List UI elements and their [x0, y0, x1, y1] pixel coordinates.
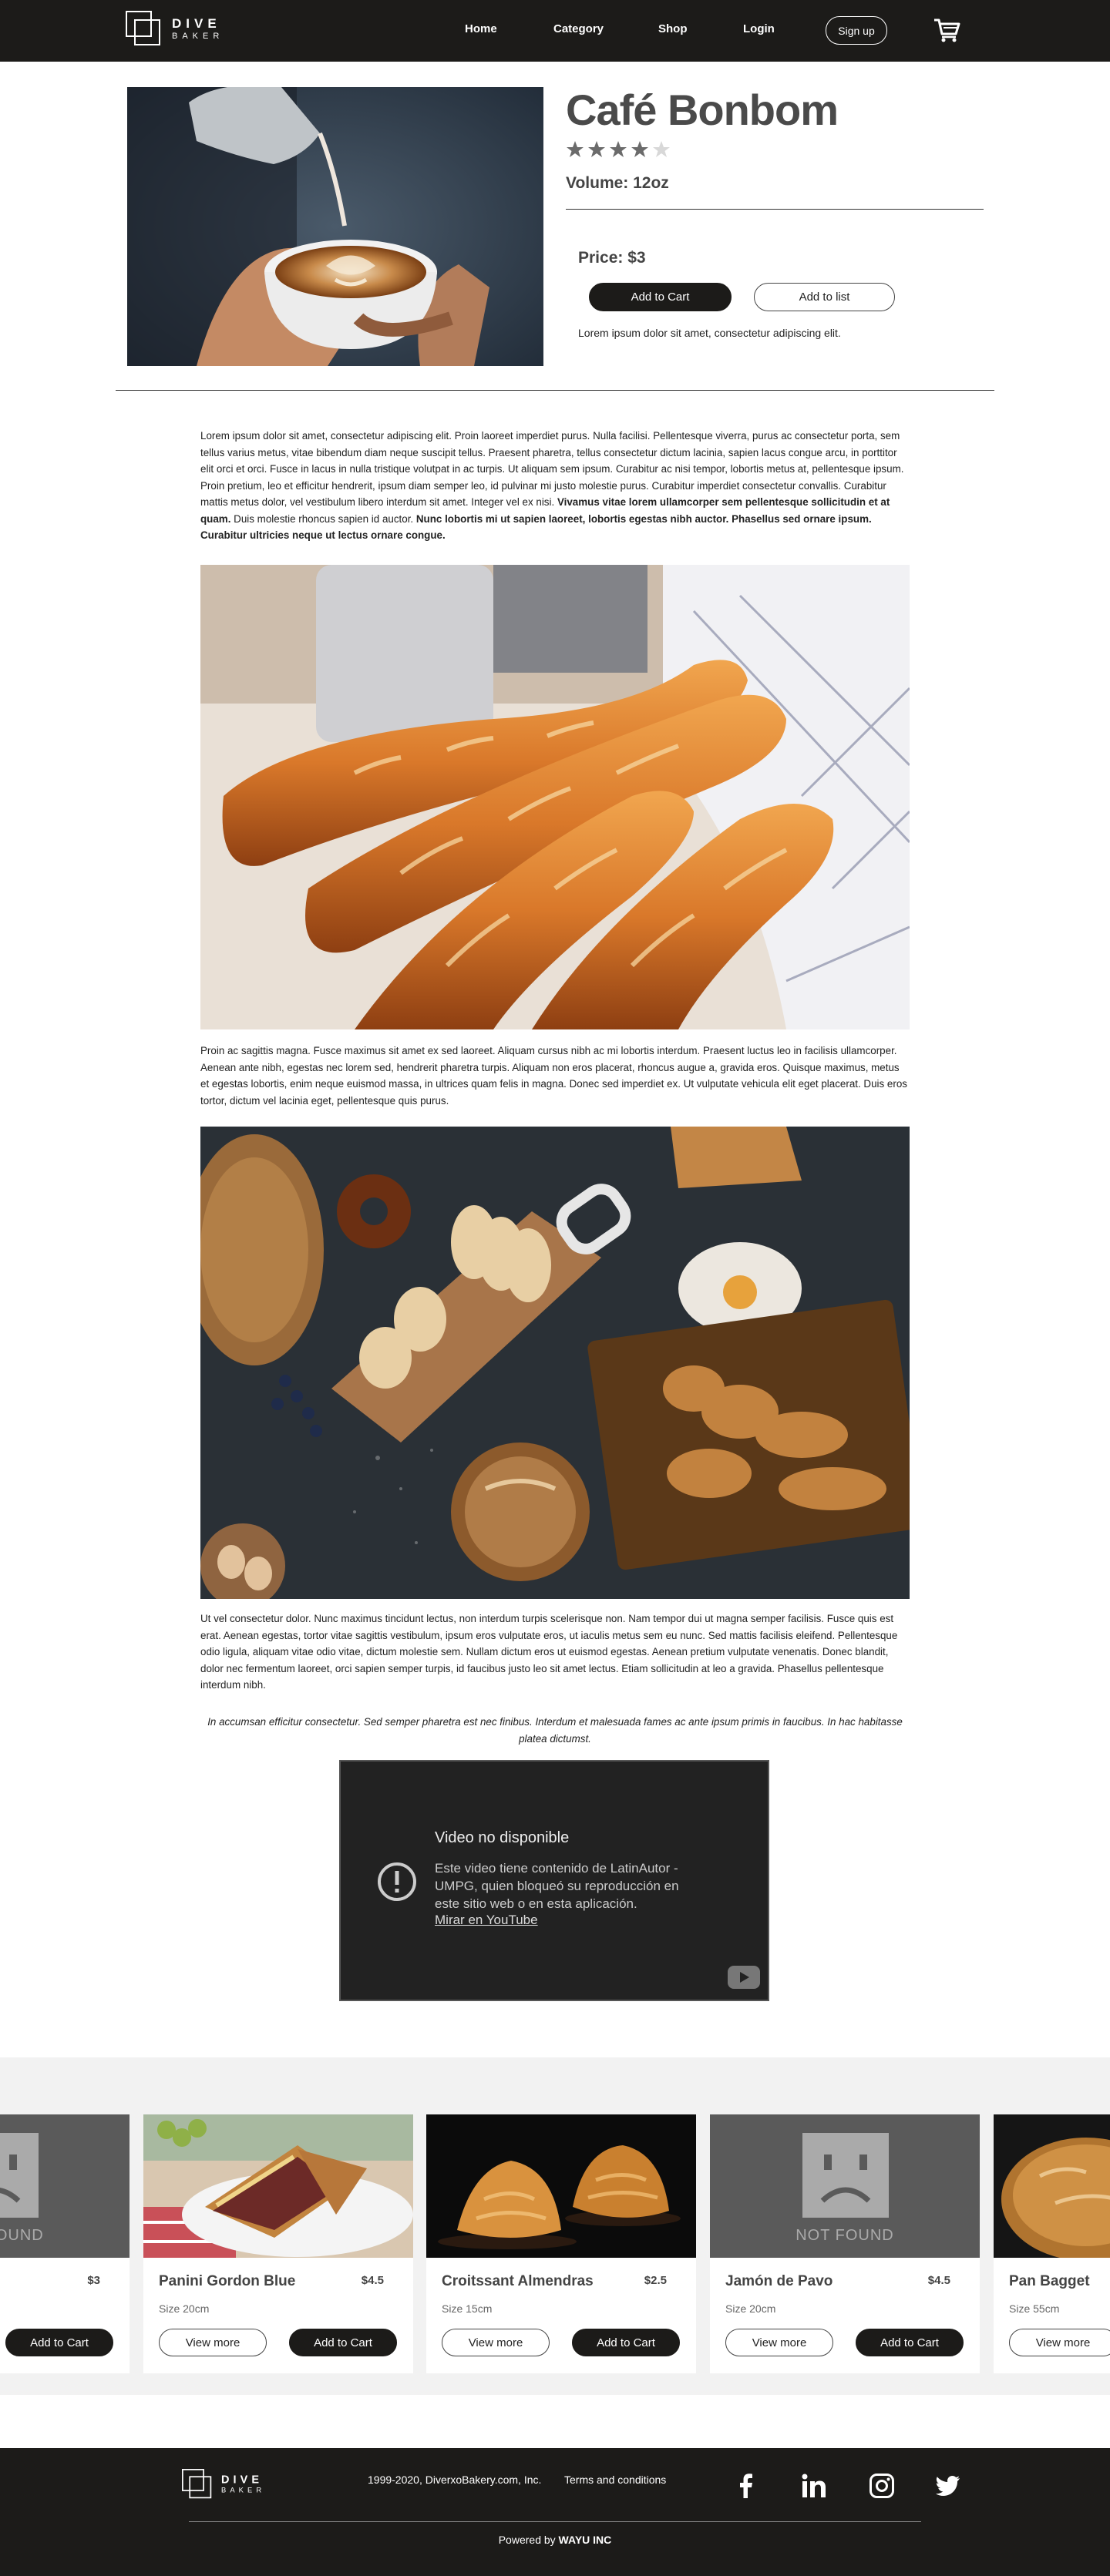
nav-login[interactable]: Login: [743, 22, 775, 35]
star-filled-icon: [631, 141, 648, 157]
card-name: Panini Gordon Blue: [159, 2273, 296, 2289]
logo-squares-icon: [126, 11, 161, 46]
footer: DIVE BAKER 1999-2020, DiverxoBakery.com,…: [0, 2448, 1110, 2576]
card-view-more-button[interactable]: View more: [725, 2329, 833, 2356]
star-filled-icon: [567, 141, 584, 157]
twitter-icon[interactable]: [935, 2473, 961, 2499]
facebook-icon[interactable]: [733, 2473, 759, 2499]
card-add-to-cart-button[interactable]: Add to Cart: [289, 2329, 397, 2356]
not-found-label: NOT FOUND: [796, 2227, 894, 2244]
card-view-more-button[interactable]: View more: [442, 2329, 550, 2356]
article-image-baguettes: [200, 565, 910, 1029]
signup-button[interactable]: Sign up: [826, 16, 887, 45]
related-products-carousel: NOT FOUND $3 Add to Cart Panini Gordon B…: [0, 2057, 1110, 2395]
product-card: Croitssant Almendras $2.5 Size 15cm View…: [426, 2114, 696, 2373]
divider: [566, 209, 984, 210]
footer-brand-logo[interactable]: DIVE BAKER: [182, 2469, 265, 2499]
nav-home[interactable]: Home: [465, 22, 497, 35]
terms-link[interactable]: Terms and conditions: [564, 2474, 666, 2486]
article-image-bread-table: [200, 1127, 910, 1599]
star-empty-icon: [653, 141, 670, 157]
sad-face-icon: [802, 2133, 889, 2218]
article-quote: In accumsan efficitur consectetur. Sed s…: [207, 1716, 903, 1745]
youtube-icon[interactable]: [728, 1966, 760, 1989]
not-found-placeholder: NOT FOUND: [710, 2114, 980, 2258]
card-image-panini: [143, 2114, 413, 2258]
card-view-more-button[interactable]: View more: [159, 2329, 267, 2356]
video-title: Video no disponible: [435, 1829, 570, 1846]
sad-face-icon: [0, 2133, 39, 2218]
article-paragraph-3: Ut vel consectetur dolor. Nunc maximus t…: [200, 1613, 898, 1691]
product-card: Pan Bagget Size 55cm View more: [994, 2114, 1110, 2373]
not-found-placeholder: NOT FOUND: [0, 2114, 130, 2258]
product-image-latte: [127, 87, 543, 366]
star-rating: [566, 140, 671, 159]
brand-line-1: DIVE: [221, 2473, 264, 2486]
card-price: $4.5: [361, 2274, 384, 2287]
add-to-list-button[interactable]: Add to list: [754, 283, 895, 311]
not-found-label: NOT FOUND: [0, 2227, 44, 2244]
logo-squares-icon: [182, 2469, 212, 2499]
article-paragraph-2: Proin ac sagittis magna. Fusce maximus s…: [200, 1045, 907, 1107]
product-volume: Volume: 12oz: [566, 174, 669, 192]
card-price: $4.5: [927, 2274, 950, 2287]
card-view-more-button[interactable]: View more: [1009, 2329, 1110, 2356]
product-title: Café Bonbom: [566, 86, 839, 134]
card-name: Pan Bagget: [1009, 2273, 1090, 2289]
card-size: Size 55cm: [1009, 2302, 1060, 2315]
product-price: Price: $3: [578, 249, 646, 267]
card-add-to-cart-button[interactable]: Add to Cart: [5, 2329, 113, 2356]
add-to-cart-button[interactable]: Add to Cart: [589, 283, 732, 311]
article-paragraph-1: Lorem ipsum dolor sit amet, consectetur …: [200, 430, 904, 541]
card-add-to-cart-button[interactable]: Add to Cart: [572, 2329, 680, 2356]
card-size: Size 20cm: [725, 2302, 776, 2315]
card-name: Jamón de Pavo: [725, 2273, 833, 2289]
product-card: NOT FOUND Jamón de Pavo $4.5 Size 20cm V…: [710, 2114, 980, 2373]
watch-on-youtube-link[interactable]: Mirar en YouTube: [435, 1913, 538, 1928]
alert-circle-icon: [378, 1862, 416, 1901]
card-image-croissant: [426, 2114, 696, 2258]
product-card: Panini Gordon Blue $4.5 Size 20cm View m…: [143, 2114, 413, 2373]
brand-line-1: DIVE: [172, 15, 221, 31]
card-name: Croitssant Almendras: [442, 2273, 594, 2289]
cart-icon[interactable]: [933, 17, 960, 43]
brand-line-2: BAKER: [172, 31, 224, 41]
product-short-description: Lorem ipsum dolor sit amet, consectetur …: [578, 327, 841, 339]
brand-logo[interactable]: DIVE BAKER: [126, 11, 224, 46]
card-price: $2.5: [644, 2274, 667, 2287]
card-add-to-cart-button[interactable]: Add to Cart: [856, 2329, 964, 2356]
star-filled-icon: [588, 141, 605, 157]
nav-category[interactable]: Category: [553, 22, 604, 35]
card-size: Size 20cm: [159, 2302, 210, 2315]
powered-by: Powered by WAYU INC: [498, 2534, 612, 2546]
footer-divider: [189, 2521, 921, 2522]
star-filled-icon: [610, 141, 627, 157]
top-navbar: DIVE BAKER Home Category Shop Login Sign…: [0, 0, 1110, 62]
card-price: $3: [87, 2274, 100, 2287]
video-embed[interactable]: Video no disponible Este video tiene con…: [339, 1760, 769, 2001]
card-size: Size 15cm: [442, 2302, 493, 2315]
video-message: Este video tiene contenido de LatinAutor…: [435, 1861, 679, 1911]
linkedin-icon[interactable]: [801, 2473, 827, 2499]
brand-line-2: BAKER: [221, 2486, 266, 2494]
copyright-text: 1999-2020, DiverxoBakery.com, Inc.: [368, 2474, 542, 2486]
nav-shop[interactable]: Shop: [658, 22, 688, 35]
product-card: NOT FOUND $3 Add to Cart: [0, 2114, 130, 2373]
card-image-baguette: [994, 2114, 1110, 2258]
instagram-icon[interactable]: [869, 2473, 895, 2499]
section-divider: [116, 390, 994, 391]
